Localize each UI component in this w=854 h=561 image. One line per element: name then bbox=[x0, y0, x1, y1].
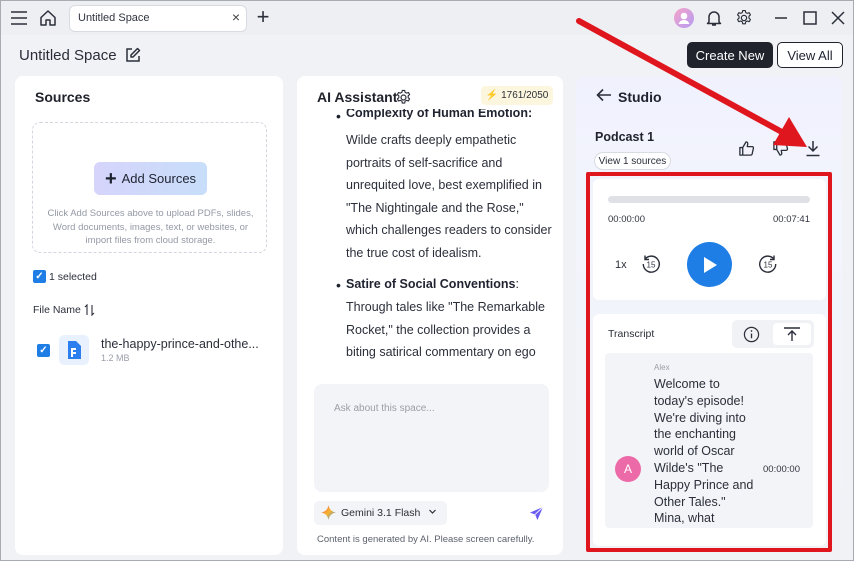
plus-icon: + bbox=[104, 167, 117, 190]
bullet-body: Through tales like "The Remarkable Rocke… bbox=[346, 296, 561, 364]
minimize-icon[interactable] bbox=[771, 8, 791, 28]
gear-icon[interactable] bbox=[734, 8, 754, 28]
avatar[interactable] bbox=[674, 8, 694, 28]
select-all-checkbox[interactable]: ✓ bbox=[33, 270, 46, 283]
text-line: which challenges readers to consider bbox=[346, 223, 552, 238]
title-bar: Untitled Space × + bbox=[1, 1, 853, 35]
download-icon[interactable] bbox=[804, 139, 822, 157]
podcast-title: Podcast 1 bbox=[595, 130, 655, 144]
dropzone-help-text: Click Add Sources above to upload PDFs, … bbox=[47, 208, 254, 246]
file-size: 1.2 MB bbox=[101, 353, 130, 363]
text-line: "The Nightingale and the Rose," bbox=[346, 200, 524, 215]
menu-icon[interactable] bbox=[9, 9, 29, 27]
text-line: the true cost of idealism. bbox=[346, 245, 482, 260]
document-file-icon bbox=[59, 335, 89, 365]
maximize-icon[interactable] bbox=[800, 8, 820, 28]
annotation-highlight-box bbox=[586, 172, 832, 552]
chat-input[interactable]: Ask about this space... bbox=[314, 384, 549, 492]
studio-title: Studio bbox=[618, 89, 662, 105]
file-name[interactable]: the-happy-prince-and-othe... bbox=[101, 337, 259, 351]
text-line: unrequited love, best exemplified in bbox=[346, 178, 542, 193]
assistant-title: AI Assistant bbox=[317, 89, 398, 105]
page-title: Untitled Space bbox=[19, 47, 117, 64]
chevron-down-icon bbox=[428, 507, 437, 519]
credits-badge: ⚡ 1761/2050 bbox=[481, 86, 553, 105]
sources-title: Sources bbox=[35, 89, 91, 105]
bell-icon[interactable] bbox=[704, 8, 724, 28]
home-icon[interactable] bbox=[38, 8, 58, 28]
model-selector[interactable]: Gemini 3.1 Flash bbox=[314, 501, 447, 525]
edit-icon[interactable] bbox=[123, 45, 143, 65]
thumbs-down-icon[interactable] bbox=[771, 139, 789, 157]
close-icon[interactable]: × bbox=[232, 9, 240, 25]
bullet-heading: Complexity of Human Emotion: bbox=[346, 109, 533, 120]
add-sources-label: Add Sources bbox=[121, 171, 197, 186]
create-new-button[interactable]: Create New bbox=[687, 42, 773, 68]
bullet-heading: Satire of Social Conventions: bbox=[346, 277, 519, 291]
arrow-left-icon[interactable] bbox=[595, 86, 613, 104]
model-name: Gemini 3.1 Flash bbox=[341, 507, 421, 519]
chat-scroll-area[interactable]: • Complexity of Human Emotion: Wilde cra… bbox=[297, 109, 563, 371]
selected-count: 1 selected bbox=[49, 271, 97, 283]
lightning-icon: ⚡ bbox=[485, 90, 499, 101]
ai-disclaimer: Content is generated by AI. Please scree… bbox=[317, 534, 535, 545]
tab-label: Untitled Space bbox=[78, 12, 150, 24]
sort-icon[interactable] bbox=[83, 303, 95, 317]
close-window-icon[interactable] bbox=[828, 8, 848, 28]
text-line: portraits of self-sacrifice and bbox=[346, 155, 503, 170]
gemini-icon bbox=[321, 505, 336, 523]
thumbs-up-icon[interactable] bbox=[737, 139, 755, 157]
gear-icon[interactable] bbox=[393, 87, 413, 107]
new-tab-button[interactable]: + bbox=[253, 4, 273, 29]
text-line: Through tales like "The Remarkable bbox=[346, 300, 545, 314]
bullet-icon: • bbox=[336, 277, 341, 293]
view-sources-button[interactable]: View 1 sources bbox=[594, 152, 671, 170]
chat-placeholder: Ask about this space... bbox=[334, 403, 435, 414]
file-checkbox[interactable]: ✓ bbox=[37, 344, 50, 357]
tab-untitled-space[interactable]: Untitled Space × bbox=[69, 5, 247, 32]
view-all-button[interactable]: View All bbox=[777, 42, 843, 68]
source-dropzone[interactable]: + Add Sources Click Add Sources above to… bbox=[32, 122, 267, 253]
bullet-body: Wilde crafts deeply empathetic portraits… bbox=[346, 129, 561, 265]
text-line: Rocket," the collection provides a bbox=[346, 322, 531, 337]
text-line: Wilde crafts deeply empathetic bbox=[346, 133, 517, 147]
text-line: biting satirical commentary on ego bbox=[346, 345, 536, 360]
send-icon[interactable] bbox=[527, 504, 545, 522]
file-name-header[interactable]: File Name bbox=[33, 304, 81, 316]
credits-value: 1761/2050 bbox=[501, 90, 549, 101]
bullet-icon: • bbox=[336, 109, 341, 124]
add-sources-button[interactable]: + Add Sources bbox=[94, 162, 207, 195]
